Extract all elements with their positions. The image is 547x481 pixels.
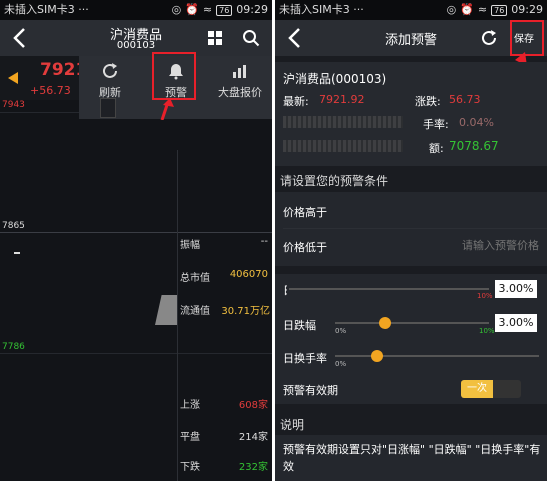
carrier-text: 未插入SIM卡3 ···: [4, 3, 89, 16]
turnover-label: 手率:: [423, 118, 449, 131]
fall-label: 日跌幅: [283, 319, 316, 332]
menu-pointer: [100, 98, 116, 118]
stats-column: 振幅 -- 总市值 406070 流通值 30.71万亿 上涨 608家 平盘 …: [180, 150, 272, 481]
market-quote-label: 大盘报价: [218, 86, 262, 99]
note-text: 预警有效期设置只对"日涨幅" "日跌幅" "日换手率"有效: [283, 443, 541, 473]
turnover-slider-track[interactable]: [335, 355, 539, 357]
section-note-title: 说明: [280, 418, 305, 432]
fall-scale-min: 0%: [335, 327, 347, 335]
stock-name: 沪消费品(000103): [283, 72, 387, 86]
change-value: 56.73: [449, 93, 481, 106]
refresh-icon[interactable]: [480, 29, 498, 47]
stock-code: 000103: [116, 40, 156, 51]
amplitude-label: 振幅: [180, 240, 200, 251]
rise-scale-max: 10%: [477, 292, 493, 300]
status-icons: ◎ ⏰ ≈ 76 09:29: [172, 0, 268, 20]
rise-label: 日: [283, 282, 287, 298]
section-conditions-title: 请设置您的预警条件: [280, 174, 389, 188]
up-count-value: 608家: [238, 400, 268, 411]
alarm-icon: ⏰: [185, 3, 199, 16]
validity-label: 预警有效期: [283, 384, 338, 397]
status-icons: ◎ ⏰ ≈ 76 09:29: [447, 0, 543, 20]
clock-text: 09:29: [236, 3, 268, 16]
price-below-label: 价格低于: [283, 241, 327, 254]
blurred-area: [283, 116, 403, 128]
chart-mark: [14, 252, 20, 254]
prev-arrow-icon[interactable]: [8, 72, 18, 84]
amplitude-value: --: [260, 236, 268, 247]
rise-slider-track[interactable]: [289, 288, 489, 290]
validity-row: 预警有效期 一次: [275, 374, 547, 404]
battery-icon: 76: [491, 4, 508, 16]
header-right: 添加预警 保存: [275, 20, 547, 56]
total-mv-label: 总市值: [180, 273, 210, 284]
latest-label: 最新:: [283, 95, 309, 108]
percent-condition-group: 日 10% 3.00% 日跌幅 0% 10% 3.00% 日换手率 0%: [275, 274, 547, 374]
chart-tick-top: 7943: [2, 100, 25, 110]
price-below-input[interactable]: [385, 236, 539, 256]
turnover-slider-label: 日换手率: [283, 352, 327, 365]
float-mv-value: 30.71万亿: [221, 306, 270, 317]
status-bar-left: 未插入SIM卡3 ··· ◎ ⏰ ≈ 76 09:29: [0, 0, 272, 20]
left-screen: 未插入SIM卡3 ··· ◎ ⏰ ≈ 76 09:29 沪消费品 000103 …: [0, 0, 272, 481]
total-mv-value: 406070: [229, 269, 268, 280]
status-bar-right: 未插入SIM卡3 ··· ◎ ⏰ ≈ 76 09:29: [275, 0, 547, 20]
stock-info-card: 沪消费品(000103) 最新: 7921.92 涨跌: 56.73 手率: 0…: [275, 62, 547, 166]
clock-text: 09:29: [511, 3, 543, 16]
price-above-label: 价格高于: [283, 206, 327, 219]
highlight-box-alert: [152, 52, 196, 100]
flat-count-label: 平盘: [180, 432, 200, 443]
screen-divider: [272, 0, 275, 481]
search-icon[interactable]: [242, 29, 260, 47]
validity-toggle-option: 一次: [461, 380, 493, 398]
change-label: 涨跌:: [415, 95, 441, 108]
wifi-icon: ≈: [477, 3, 488, 16]
flat-count-value: 214家: [238, 432, 268, 443]
page-title: 添加预警: [384, 33, 437, 48]
grid-menu-icon[interactable]: [207, 30, 223, 46]
amount-label: 额:: [429, 142, 444, 155]
turnover-value: 0.04%: [459, 116, 494, 129]
headset-icon: ◎: [171, 3, 182, 16]
fall-slider-track[interactable]: [335, 322, 489, 324]
up-count-label: 上涨: [180, 400, 200, 411]
turnover-slider-knob[interactable]: [371, 350, 383, 362]
amount-value: 7078.67: [449, 139, 499, 153]
carrier-text: 未插入SIM卡3 ···: [279, 3, 364, 16]
blurred-area: [283, 140, 403, 152]
down-count-value: 232家: [238, 462, 268, 473]
price-change: +56.73: [30, 84, 71, 97]
fall-scale-max: 10%: [479, 327, 495, 335]
highlight-box-save: [510, 20, 544, 56]
arrow-pointer-icon: [160, 98, 174, 120]
turnover-scale-min: 0%: [335, 360, 347, 368]
wifi-icon: ≈: [202, 3, 213, 16]
fall-slider-knob[interactable]: [379, 317, 391, 329]
chart-tick-low: 7786: [2, 342, 25, 352]
rise-value-box[interactable]: 3.00%: [495, 280, 537, 298]
note-card: 预警有效期设置只对"日涨幅" "日跌幅" "日换手率"有效: [275, 435, 547, 481]
header-left: 沪消费品 000103: [0, 20, 272, 56]
row-divider: [283, 228, 547, 229]
float-mv-label: 流通值: [180, 306, 210, 317]
bar-chart-icon: [233, 65, 246, 78]
right-screen: 未插入SIM卡3 ··· ◎ ⏰ ≈ 76 09:29 添加预警 保存 沪消费品…: [275, 0, 547, 481]
headset-icon: ◎: [446, 3, 457, 16]
battery-icon: 76: [216, 4, 233, 16]
down-count-label: 下跌: [180, 462, 200, 473]
price-above-input[interactable]: [375, 200, 539, 220]
fall-value-box[interactable]: 3.00%: [495, 314, 537, 332]
market-quote-button[interactable]: 大盘报价: [209, 56, 271, 119]
alarm-icon: ⏰: [460, 3, 474, 16]
chart-tick-mid: 7865: [2, 221, 25, 231]
stats-divider: [177, 150, 178, 481]
price-condition-group: 价格高于 价格低于: [275, 192, 547, 266]
validity-toggle[interactable]: 一次: [461, 380, 521, 398]
panel-collapse-handle[interactable]: [155, 295, 177, 325]
refresh-icon: [103, 63, 117, 78]
latest-value: 7921.92: [319, 93, 365, 106]
